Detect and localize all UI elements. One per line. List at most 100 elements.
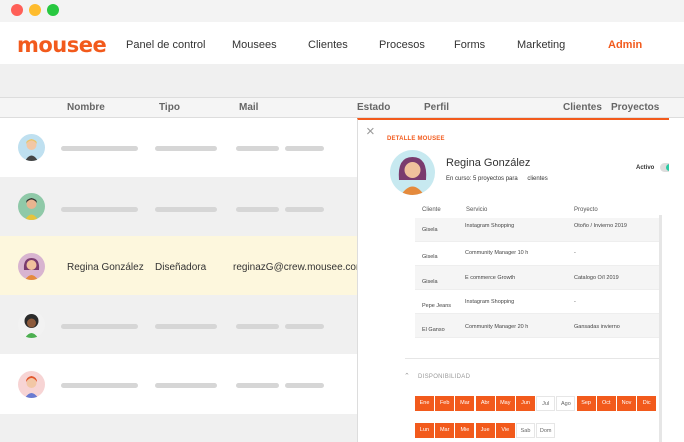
months-chip-ene[interactable]: Ene	[415, 396, 434, 411]
close-icon[interactable]: ×	[366, 124, 375, 139]
detail-panel: × DETALLE MOUSEE Regina González En curs…	[357, 118, 674, 442]
placeholder-nombre	[61, 207, 138, 212]
placeholder-tipo	[155, 383, 217, 388]
column-header-perfil[interactable]: Perfil	[424, 102, 449, 114]
months-chip-abr[interactable]: Abr	[475, 396, 495, 411]
cell-servicio: Instagram Shopping	[465, 223, 515, 229]
avatar	[18, 371, 45, 398]
column-header-servicio: Servicio	[466, 207, 488, 213]
placeholder-nombre	[61, 383, 138, 388]
placeholder-mail	[236, 207, 279, 212]
cell-mail[interactable]: reginazG@crew.mousee.com	[233, 262, 364, 274]
days-chip-lun[interactable]: Lun	[415, 423, 434, 438]
nav-item-clientes[interactable]: Clientes	[308, 39, 348, 52]
placeholder-mail	[236, 324, 279, 329]
cell-cliente: Pepe Jeans	[422, 303, 452, 309]
nav-item-procesos[interactable]: Procesos	[379, 39, 425, 52]
nav-item-forms[interactable]: Forms	[454, 39, 485, 52]
column-header-proyectos[interactable]: Proyectos	[611, 102, 659, 114]
page-edge	[669, 118, 684, 442]
months-chip-feb[interactable]: Feb	[435, 396, 455, 411]
table-row[interactable]	[0, 414, 357, 442]
column-header-proyecto: Proyecto	[574, 207, 598, 213]
panel-title: DETALLE MOUSEE	[387, 136, 445, 142]
nav-item-admin[interactable]: Admin	[608, 39, 642, 52]
cell-proyecto: Catalogo O/I 2019	[574, 275, 619, 281]
months-chip-jul[interactable]: Jul	[536, 396, 556, 411]
days-chip-mar[interactable]: Mar	[435, 423, 455, 438]
nav-item-panel-de-control[interactable]: Panel de control	[126, 39, 206, 52]
placeholder-mail-domain	[285, 383, 324, 388]
close-window-button[interactable]	[11, 4, 23, 16]
cell-servicio: Community Manager 20 h	[465, 324, 529, 330]
months-chip-may[interactable]: May	[495, 396, 515, 411]
avatar	[18, 193, 45, 220]
placeholder-mail-domain	[285, 146, 324, 151]
cell-nombre: Regina González	[67, 262, 144, 273]
avatar	[18, 311, 45, 338]
table-row[interactable]: El Ganso Community Manager 20 h Gansadas…	[415, 314, 659, 338]
cell-tipo: Diseñadora	[155, 262, 207, 273]
availability-title[interactable]: DISPONIBILIDAD	[418, 374, 470, 380]
placeholder-mail	[236, 383, 279, 388]
placeholder-tipo	[155, 324, 217, 329]
days-chip-dom[interactable]: Dom	[536, 423, 556, 438]
months-chip-nov[interactable]: Nov	[617, 396, 636, 411]
column-header-cliente: Cliente	[422, 207, 441, 213]
table-row[interactable]	[0, 118, 357, 177]
months-chip-mar[interactable]: Mar	[455, 396, 475, 411]
window-titlebar	[0, 0, 684, 22]
days-chip-mie[interactable]: Mie	[455, 423, 475, 438]
placeholder-tipo	[155, 207, 217, 212]
months-chip-sep[interactable]: Sep	[576, 396, 596, 411]
nav-item-marketing[interactable]: Marketing	[517, 39, 565, 52]
scrollbar[interactable]	[659, 215, 662, 442]
logo[interactable]: mousee	[17, 33, 107, 57]
cell-proyecto: -	[574, 299, 576, 305]
table-row[interactable]: Gisela Instagram Shopping Otoño / Invier…	[415, 218, 659, 242]
minimize-window-button[interactable]	[29, 4, 41, 16]
cell-cliente: El Ganso	[422, 327, 445, 333]
placeholder-nombre	[61, 324, 138, 329]
months-chip-jun[interactable]: Jun	[516, 396, 535, 411]
column-header-estado[interactable]: Estado	[357, 102, 390, 114]
projects-summary-suffix: clientes	[527, 176, 548, 182]
table-row[interactable]	[0, 354, 357, 414]
cell-cliente: Gisela	[422, 279, 438, 285]
table-row[interactable]	[0, 177, 357, 236]
days-chip-sab[interactable]: Sab	[516, 423, 535, 438]
avatar	[18, 253, 45, 280]
cell-proyecto: Gansadas invierno	[574, 324, 620, 330]
placeholder-nombre	[61, 146, 138, 151]
maximize-window-button[interactable]	[47, 4, 59, 16]
table-row[interactable]	[0, 295, 357, 354]
table-row[interactable]: Pepe Jeans Instagram Shopping -	[415, 290, 659, 314]
status-label: Activo	[636, 165, 655, 171]
cell-proyecto: Otoño / Invierno 2019	[574, 223, 627, 229]
placeholder-mail-domain	[285, 207, 324, 212]
days-chip-jue[interactable]: Jue	[475, 423, 495, 438]
cell-servicio: Instagram Shopping	[465, 299, 515, 305]
days-chip-vie[interactable]: Vie	[495, 423, 515, 438]
avatar	[18, 134, 45, 161]
column-header-tipo[interactable]: Tipo	[159, 102, 180, 114]
chevron-up-icon[interactable]: ⌃	[404, 372, 410, 380]
toolbar-area	[0, 64, 684, 98]
months-chip-oct[interactable]: Oct	[596, 396, 616, 411]
months-chip-ago[interactable]: Ago	[556, 396, 576, 411]
table-row[interactable]: Gisela Community Manager 10 h -	[415, 242, 659, 266]
nav-item-mousees[interactable]: Mousees	[232, 39, 277, 52]
mousee-name: Regina González	[446, 157, 531, 169]
table-row[interactable]: Gisela E commerce Growth Catalogo O/I 20…	[415, 266, 659, 290]
column-header-nombre[interactable]: Nombre	[67, 102, 105, 114]
months-chip-dic[interactable]: Dic	[637, 396, 657, 411]
cell-servicio: Community Manager 10 h	[465, 250, 529, 256]
placeholder-mail-domain	[285, 324, 324, 329]
column-header-mail[interactable]: Mail	[239, 102, 258, 114]
projects-summary-prefix: En curso: 5 proyectos para	[446, 176, 518, 182]
placeholder-mail	[236, 146, 279, 151]
cell-proyecto: -	[574, 250, 576, 256]
column-header-clientes[interactable]: Clientes	[563, 102, 602, 114]
table-row-selected[interactable]: Regina González Diseñadora reginazG@crew…	[0, 236, 364, 295]
projects-summary: En curso: 5 proyectos para clientes	[446, 175, 548, 183]
